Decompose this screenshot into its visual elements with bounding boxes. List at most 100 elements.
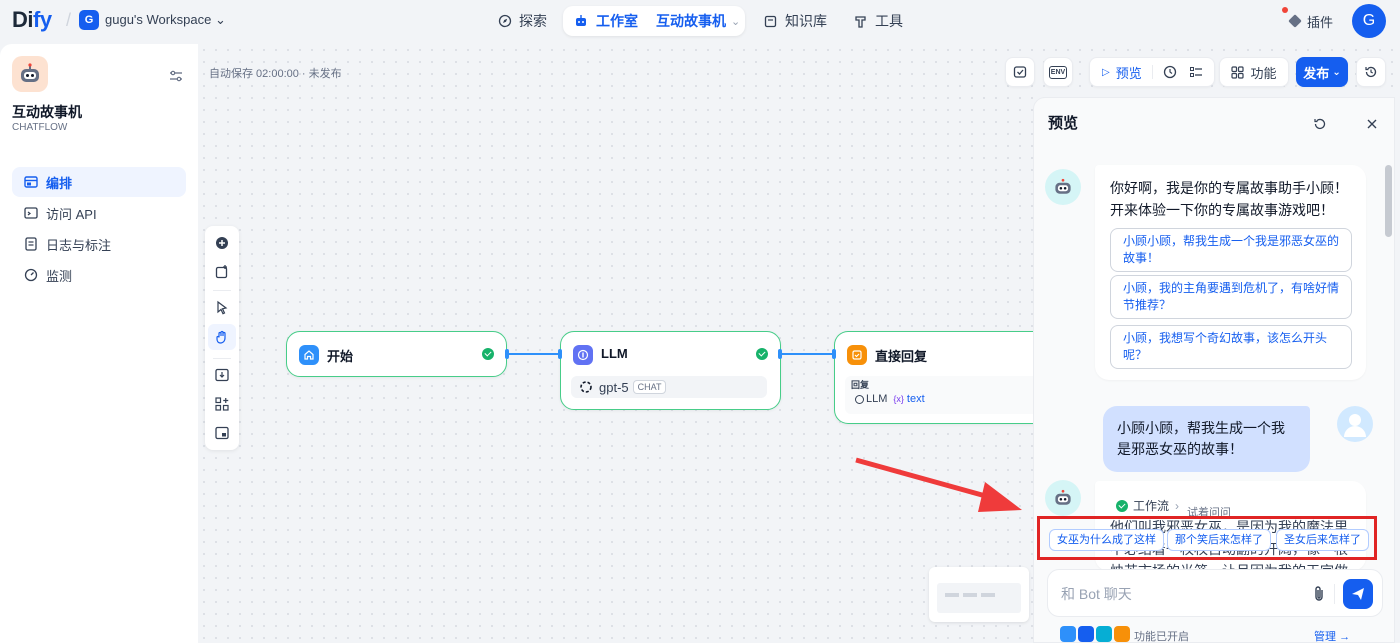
- success-check-icon: [482, 348, 494, 360]
- chevron-right-icon: ›: [1175, 498, 1180, 513]
- divider: [213, 290, 231, 291]
- user-avatar: [1337, 406, 1373, 442]
- output-handle[interactable]: [505, 349, 509, 359]
- node-answer[interactable]: 直接回复 回复 LLM {x} text: [834, 331, 1039, 424]
- answer-icon: [847, 345, 867, 365]
- app-mode: CHATFLOW: [12, 122, 68, 133]
- compass-icon: [498, 14, 512, 28]
- bot-avatar: [1045, 169, 1081, 205]
- restart-icon[interactable]: [1313, 117, 1327, 131]
- minimap-node: [981, 593, 995, 597]
- node-llm[interactable]: LLM gpt-5 CHAT: [560, 331, 781, 410]
- hand-icon: [216, 330, 226, 344]
- history-run-icon[interactable]: [1163, 65, 1177, 79]
- settings-sliders-icon[interactable]: [169, 69, 183, 83]
- export-image-icon[interactable]: [214, 367, 230, 383]
- node-start[interactable]: 开始: [286, 331, 507, 377]
- suggested-question[interactable]: 小顾，我想写个奇幻故事，该怎么开头呢？: [1110, 325, 1352, 369]
- annotation-arrow: [855, 457, 1022, 512]
- top-bar: Dify / G gugu's Workspace ⌄ 探索 工作室 互动故事机…: [0, 0, 1400, 44]
- workspace-avatar[interactable]: G: [79, 10, 99, 30]
- answer-content: 回复 LLM {x} text: [845, 376, 1035, 414]
- canvas-minimap[interactable]: [929, 567, 1029, 622]
- history-icon: [1365, 66, 1377, 78]
- conversation-opener-icon: [1060, 626, 1076, 642]
- minimap-node: [945, 593, 959, 597]
- suggested-question[interactable]: 小顾小顾，帮我生成一个我是邪恶女巫的故事！: [1110, 228, 1352, 272]
- autosave-status: 自动保存 02:00:00 · 未发布: [209, 68, 342, 80]
- sidebar-item-api[interactable]: 访问 API: [12, 198, 186, 228]
- plugin-icon: [1288, 14, 1302, 28]
- edge-start-llm: [506, 353, 562, 355]
- app-avatar[interactable]: [12, 56, 48, 92]
- chat-input[interactable]: 和 Bot 聊天: [1047, 569, 1383, 617]
- workspace-switcher[interactable]: gugu's Workspace ⌄: [105, 12, 226, 28]
- dashboard-icon: [24, 268, 38, 282]
- organize-blocks-icon[interactable]: [214, 396, 230, 412]
- sidebar-item-orchestrate[interactable]: 编排: [12, 167, 186, 197]
- nav-studio[interactable]: 工作室: [574, 6, 638, 36]
- env-button[interactable]: ENV: [1043, 57, 1073, 87]
- workflow-process-toggle[interactable]: 工作流 ›: [1116, 497, 1179, 514]
- user-avatar[interactable]: G: [1352, 4, 1386, 38]
- edge-llm-answer: [779, 353, 835, 355]
- chevron-down-icon: ⌄: [731, 15, 741, 28]
- plugins-button[interactable]: 插件: [1280, 7, 1342, 35]
- env-icon: ENV: [1048, 65, 1068, 79]
- divider: [1334, 584, 1335, 604]
- book-icon: [764, 15, 777, 27]
- user-icon: [1344, 414, 1366, 437]
- highlight-box: [1037, 516, 1377, 560]
- apps-icon: [1231, 65, 1245, 79]
- nav-knowledge[interactable]: 知识库: [764, 6, 827, 36]
- pointer-icon[interactable]: [214, 300, 230, 316]
- features-button[interactable]: 功能: [1219, 57, 1289, 87]
- add-note-icon[interactable]: [214, 264, 230, 280]
- canvas-tool-palette: [205, 226, 239, 450]
- file-list-icon: [25, 237, 37, 251]
- current-app-switcher[interactable]: 互动故事机 ⌄: [656, 6, 740, 36]
- follow-up-icon: [1078, 626, 1094, 642]
- chat-scrollbar[interactable]: [1385, 165, 1392, 237]
- send-icon: [1352, 588, 1364, 600]
- sidebar-item-monitoring[interactable]: 监测: [12, 260, 186, 290]
- send-button[interactable]: [1343, 579, 1373, 609]
- paperclip-icon[interactable]: [1312, 585, 1326, 603]
- add-node-icon[interactable]: [214, 235, 230, 251]
- success-check-icon: [1116, 499, 1128, 512]
- robot-icon: [1055, 178, 1071, 194]
- nav-explore[interactable]: 探索: [498, 6, 547, 36]
- chevron-down-icon: ⌄: [1332, 66, 1341, 78]
- dify-logo[interactable]: Dify: [12, 7, 52, 33]
- close-icon[interactable]: [1367, 119, 1377, 129]
- user-message: 小顾小顾，帮我生成一个我是邪恶女巫的故事！: [1103, 406, 1310, 472]
- model-mode-badge: CHAT: [632, 380, 667, 394]
- publish-button[interactable]: 发布 ⌄: [1296, 57, 1348, 87]
- list-check-icon[interactable]: [1189, 65, 1203, 79]
- play-icon: ▷: [1102, 66, 1110, 78]
- feature-icons: [1060, 626, 1130, 642]
- success-check-icon: [756, 348, 768, 360]
- llm-icon: [855, 394, 864, 404]
- notification-dot: [1282, 7, 1288, 13]
- model-selector[interactable]: gpt-5 CHAT: [571, 376, 767, 398]
- suggested-question[interactable]: 小顾，我的主角要遇到危机了，有啥好情节推荐？: [1110, 275, 1352, 319]
- sidebar-item-logs[interactable]: 日志与标注: [12, 229, 186, 259]
- preview-button[interactable]: ▷ 预览: [1102, 63, 1142, 82]
- minimap-node: [963, 593, 977, 597]
- nav-tools[interactable]: 工具: [854, 6, 903, 36]
- input-handle[interactable]: [832, 349, 836, 359]
- chat-input-placeholder: 和 Bot 聊天: [1061, 586, 1132, 602]
- checklist-button[interactable]: [1005, 57, 1035, 87]
- arrow-right-icon: →: [1339, 631, 1351, 643]
- robot-icon: [21, 63, 39, 82]
- minimap-toggle-icon[interactable]: [214, 425, 230, 441]
- divider: [213, 358, 231, 359]
- preview-run-group: ▷ 预览: [1089, 57, 1215, 87]
- hammer-icon: [855, 15, 866, 28]
- input-handle[interactable]: [558, 349, 562, 359]
- output-handle[interactable]: [778, 349, 782, 359]
- opening-message: 你好啊，我是你的专属故事助手小顾！开来体验一下你的专属故事游戏吧！ 小顾小顾，帮…: [1095, 165, 1366, 380]
- manage-features-link[interactable]: 管理 →: [1314, 628, 1351, 643]
- version-history-button[interactable]: [1356, 57, 1386, 87]
